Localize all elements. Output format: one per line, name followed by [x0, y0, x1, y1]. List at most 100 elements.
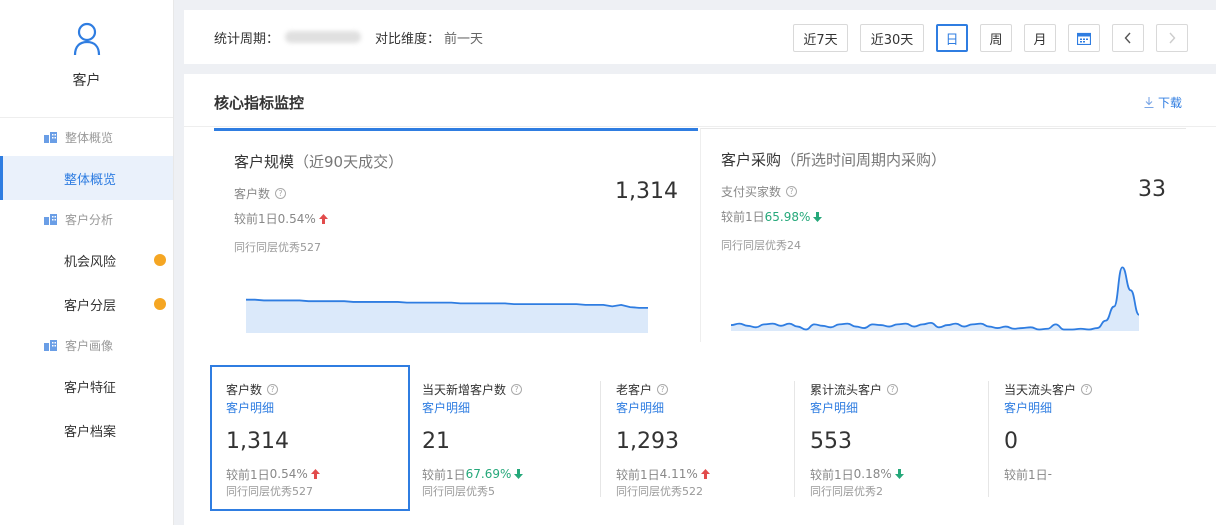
kpi-name: 客户数? — [226, 381, 408, 397]
notification-dot — [154, 298, 166, 310]
kpi-comparison: 较前1日 - — [1004, 467, 1188, 482]
sidebar-item-label: 客户分层 — [64, 298, 117, 314]
metric-label: 客户数? — [234, 185, 287, 202]
last-7-days-button[interactable]: 近7天 — [793, 24, 848, 52]
kpi-churned-customers-total[interactable]: 累计流头客户? 客户明细 553 较前1日 0.18% 同行同层优秀2 — [794, 365, 988, 511]
sidebar-item-customer-archive[interactable]: 客户档案 — [0, 408, 173, 452]
card-title-text: 客户规模 — [234, 153, 295, 171]
kpi-comparison: 较前1日 0.54% — [226, 467, 408, 482]
sidebar-item-label: 客户特征 — [64, 380, 117, 396]
help-icon[interactable]: ? — [657, 383, 669, 395]
card-title: 客户采购（所选时间周期内采购） — [721, 149, 946, 170]
sidebar-item-customer-tier[interactable]: 客户分层 — [0, 282, 173, 326]
sidebar-item-overview[interactable]: 整体概览 — [0, 156, 173, 200]
divider — [794, 381, 795, 497]
customer-scale-card[interactable]: 客户规模（近90天成交） 客户数? 1,314 较前1日 0.54% 同行同层优秀… — [214, 128, 698, 342]
customer-detail-link[interactable]: 客户明细 — [422, 399, 600, 415]
kpi-comparison: 较前1日 67.69% — [422, 467, 600, 482]
sidebar-group-portrait: 客户画像 — [0, 326, 173, 364]
week-button[interactable]: 周 — [980, 24, 1012, 52]
comparison-value: 67.69% — [465, 467, 512, 481]
help-icon[interactable]: ? — [267, 383, 279, 395]
month-button[interactable]: 月 — [1024, 24, 1056, 52]
customer-purchase-card[interactable]: 客户采购（所选时间周期内采购） 支付买家数? 33 较前1日 65.98% 同行同… — [700, 128, 1186, 342]
help-icon[interactable]: ? — [1081, 383, 1093, 395]
kpi-old-customers[interactable]: 老客户? 客户明细 1,293 较前1日 4.11% 同行同层优秀522 — [600, 365, 794, 511]
building-icon — [44, 213, 57, 225]
previous-button[interactable] — [1112, 24, 1144, 52]
download-link[interactable]: 下载 — [1144, 94, 1182, 111]
compare-value: 前一天 — [444, 31, 484, 47]
date-range-buttons: 近7天 近30天 日 周 月 — [793, 24, 1200, 52]
sidebar-item-label: 整体概览 — [64, 172, 117, 188]
comparison-value: 0.54% — [277, 211, 316, 226]
divider — [600, 381, 601, 497]
last-30-days-button[interactable]: 近30天 — [860, 24, 924, 52]
comparison: 较前1日 0.54% — [234, 210, 328, 227]
help-icon[interactable]: ? — [275, 188, 287, 199]
next-button[interactable] — [1156, 24, 1188, 52]
metric-label-text: 客户数 — [234, 187, 271, 201]
kpi-name: 当天新增客户数? — [422, 381, 600, 397]
kpi-name: 累计流头客户? — [810, 381, 988, 397]
download-label: 下载 — [1157, 96, 1182, 110]
comparison-prefix: 较前1日 — [226, 467, 270, 482]
notification-dot — [154, 254, 166, 266]
peer-benchmark: 同行同层优秀527 — [234, 241, 321, 254]
peer-benchmark: 同行同层优秀5 — [422, 485, 495, 498]
day-button[interactable]: 日 — [936, 24, 968, 52]
chart-area — [731, 267, 1139, 331]
sidebar-group-label: 客户分析 — [65, 212, 114, 227]
sidebar-item-opportunity-risk[interactable]: 机会风险 — [0, 238, 173, 282]
customer-detail-link[interactable]: 客户明细 — [810, 399, 988, 415]
customer-scale-chart — [246, 298, 648, 333]
help-icon[interactable]: ? — [887, 383, 899, 395]
core-metrics-panel: 核心指标监控 下载 客户规模（近90天成交） 客户数? 1,314 较前1日 0.… — [184, 74, 1216, 525]
comparison-prefix: 较前1日 — [234, 212, 278, 226]
customer-detail-link[interactable]: 客户明细 — [226, 399, 408, 415]
kpi-name-text: 客户数 — [226, 382, 263, 397]
user-label: 客户 — [72, 73, 101, 89]
period-value-blurred — [285, 31, 362, 43]
help-icon[interactable]: ? — [511, 383, 523, 395]
kpi-new-customers[interactable]: 当天新增客户数? 客户明细 21 较前1日 67.69% 同行同层优秀5 — [406, 365, 600, 511]
metric-value: 1,314 — [615, 179, 678, 204]
kpi-name-text: 累计流头客户 — [810, 382, 883, 397]
card-title-text: 客户采购 — [721, 151, 782, 169]
arrow-up-icon — [700, 469, 710, 479]
kpi-name-text: 当天流头客户 — [1004, 382, 1077, 397]
kpi-churned-customers-today[interactable]: 当天流头客户? 客户明细 0 较前1日 - — [988, 365, 1188, 511]
arrow-up-icon — [310, 469, 320, 479]
customer-purchase-chart — [730, 266, 1140, 331]
comparison-prefix: 较前1日 — [810, 467, 854, 482]
kpi-comparison: 较前1日 0.18% — [810, 467, 988, 482]
kpi-value: 21 — [422, 429, 450, 454]
calendar-button[interactable] — [1068, 24, 1100, 52]
kpi-name: 当天流头客户? — [1004, 381, 1188, 397]
kpi-customers[interactable]: 客户数? 客户明细 1,314 较前1日 0.54% 同行同层优秀527 — [210, 365, 410, 511]
card-title-subtitle: （所选时间周期内采购） — [781, 151, 947, 169]
card-title: 客户规模（近90天成交） — [234, 151, 403, 172]
help-icon[interactable]: ? — [786, 186, 798, 197]
user-block: 客户 — [0, 0, 173, 118]
customer-detail-link[interactable]: 客户明细 — [1004, 399, 1188, 415]
sidebar-item-customer-traits[interactable]: 客户特征 — [0, 364, 173, 408]
arrow-up-icon — [318, 213, 328, 224]
user-icon — [73, 22, 100, 56]
kpi-name-text: 当天新增客户数 — [422, 382, 507, 397]
customer-detail-link[interactable]: 客户明细 — [616, 399, 794, 415]
calendar-icon — [1077, 32, 1091, 45]
building-icon — [44, 131, 57, 143]
chevron-right-icon — [1169, 32, 1176, 44]
comparison-prefix: 较前1日 — [1004, 467, 1048, 482]
comparison: 较前1日 65.98% — [721, 208, 823, 225]
peer-benchmark: 同行同层优秀24 — [721, 239, 801, 252]
sidebar: 客户 整体概览 整体概览 客户分析 机会风险 客户分层 客户画像 客户特征 客户… — [0, 0, 174, 525]
arrow-down-icon — [813, 211, 823, 222]
peer-benchmark: 同行同层优秀522 — [616, 485, 703, 498]
filter-bar: 统计周期： 对比维度： 前一天 近7天 近30天 日 周 月 — [184, 10, 1216, 64]
comparison-prefix: 较前1日 — [616, 467, 660, 482]
sidebar-item-label: 机会风险 — [64, 254, 117, 270]
kpi-name-text: 老客户 — [616, 382, 653, 397]
building-icon — [44, 339, 57, 351]
